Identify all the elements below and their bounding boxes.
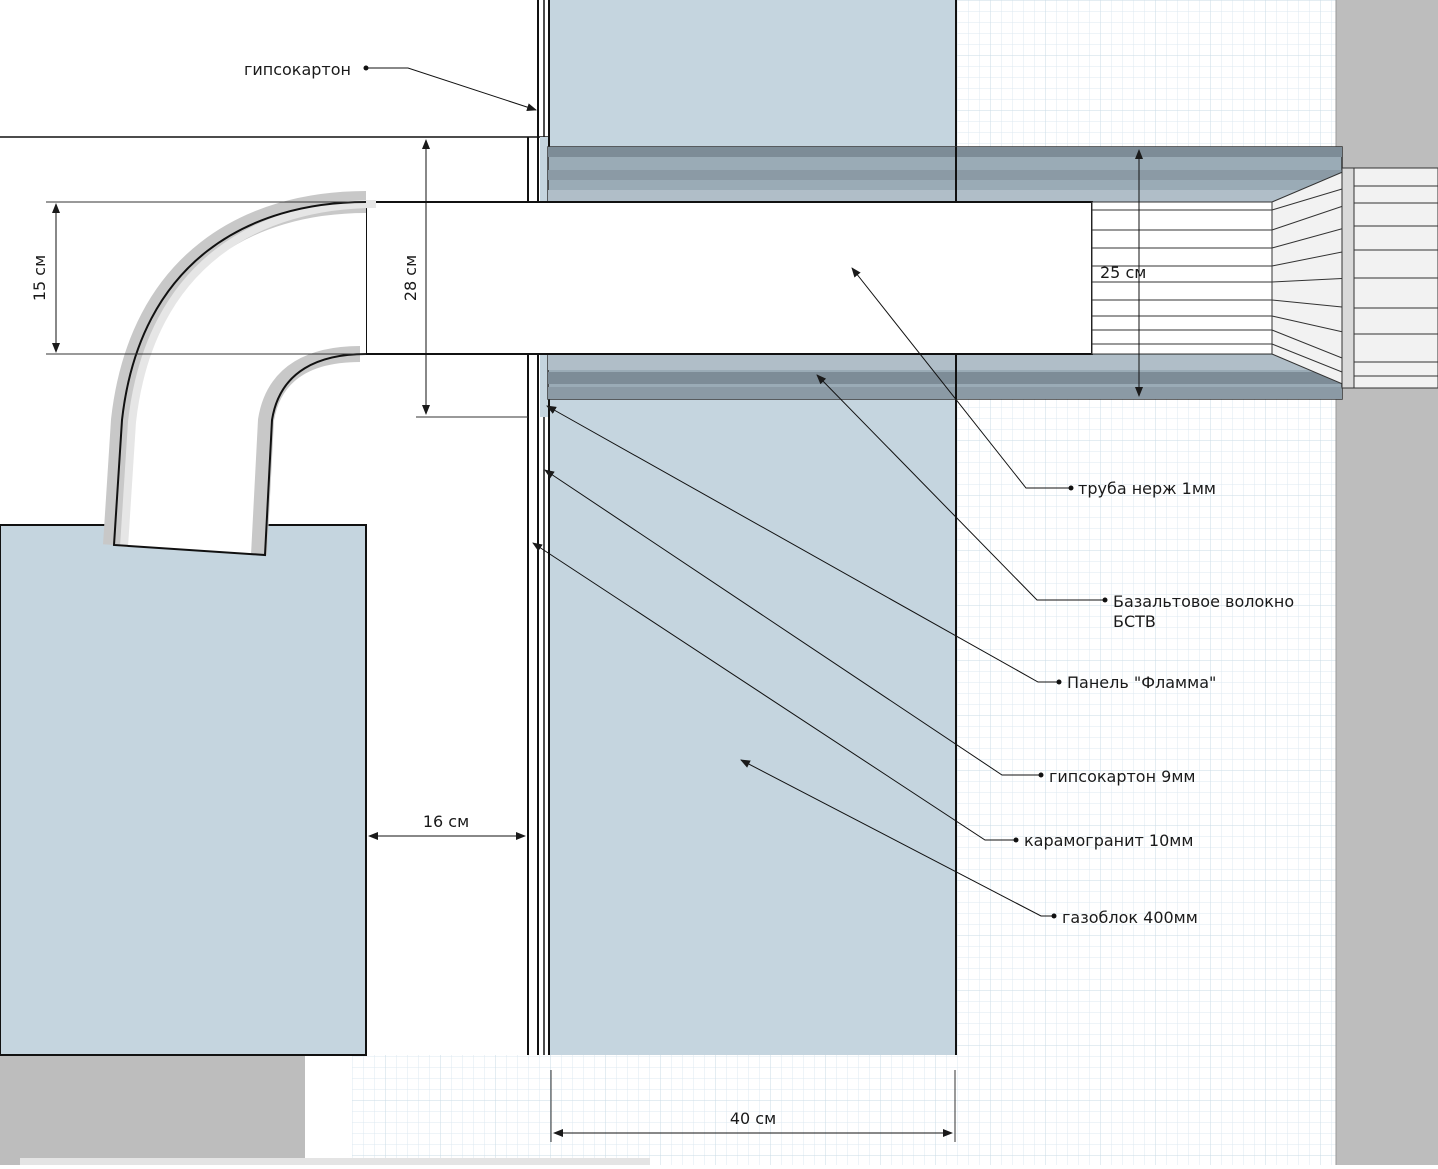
dim-15-label: 15 см (30, 255, 49, 301)
dim-16-label: 16 см (423, 812, 469, 831)
diagram-svg: 15 см 28 см 25 см 16 см 40 см гипсокарто… (0, 0, 1438, 1165)
pipe-elbow (103, 191, 377, 557)
label-ceramic: карамогранит 10мм (1024, 831, 1193, 850)
drawing-canvas: 15 см 28 см 25 см 16 см 40 см гипсокарто… (0, 0, 1438, 1165)
label-gypsum-top: гипсокартон (244, 60, 351, 79)
dim-28-label: 28 см (401, 255, 420, 301)
dim-40-label: 40 см (730, 1109, 776, 1128)
gray-margin-bottom (0, 1055, 305, 1165)
dim-25-label: 25 см (1100, 263, 1146, 282)
label-gasblock: газоблок 400мм (1062, 908, 1198, 927)
label-gypsum-9: гипсокартон 9мм (1049, 767, 1195, 786)
label-pipe: труба нерж 1мм (1078, 479, 1216, 498)
label-basalt-line1: Базальтовое волокно (1113, 592, 1294, 611)
heater-body (0, 524, 367, 1056)
steel-pipe (365, 201, 1093, 355)
leader-gypsum-top (363, 65, 537, 111)
label-basalt-line2: БСТВ (1113, 612, 1156, 631)
label-flamma: Панель "Фламма" (1067, 673, 1216, 692)
grid-area-bottom (352, 1055, 1336, 1165)
scrollbar-thumb[interactable] (20, 1158, 650, 1165)
